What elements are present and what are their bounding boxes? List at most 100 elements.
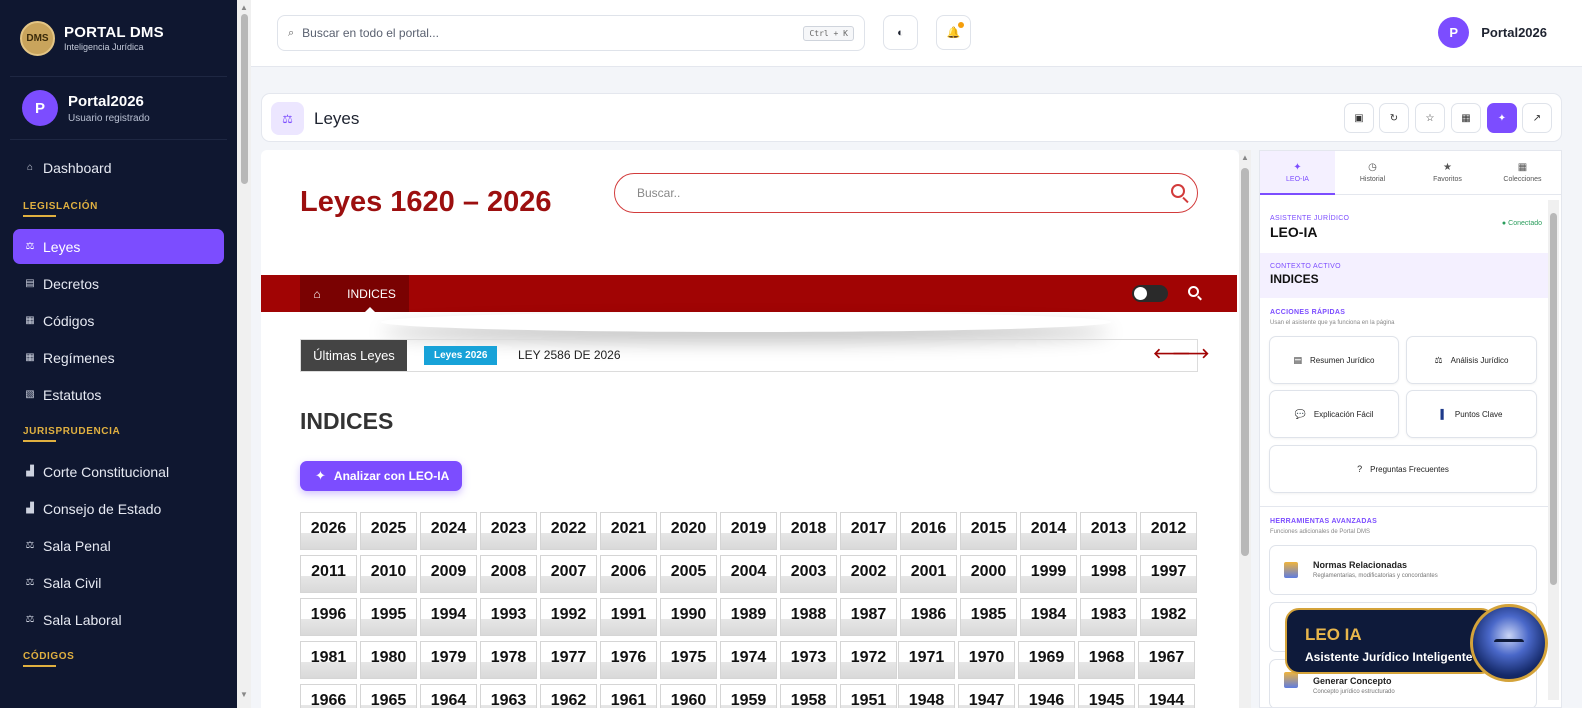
- user-menu[interactable]: P Portal2026: [1438, 17, 1547, 48]
- year-button[interactable]: 2026: [300, 512, 357, 550]
- sidebar-item-consejo-de-estado[interactable]: ▟ Consejo de Estado: [13, 491, 224, 526]
- year-button[interactable]: 2004: [720, 555, 777, 593]
- year-button[interactable]: 1960: [660, 684, 717, 708]
- year-button[interactable]: 2015: [960, 512, 1017, 550]
- tab-colecciones[interactable]: ▦ Colecciones: [1485, 151, 1560, 195]
- year-button[interactable]: 2016: [900, 512, 957, 550]
- year-button[interactable]: 1987: [840, 598, 897, 636]
- ticker-badge[interactable]: Leyes 2026: [424, 346, 498, 365]
- open-external-button[interactable]: ↗: [1522, 103, 1552, 133]
- year-button[interactable]: 1963: [480, 684, 537, 708]
- year-button[interactable]: 1973: [780, 641, 837, 679]
- year-button[interactable]: 1994: [420, 598, 477, 636]
- year-button[interactable]: 1997: [1140, 555, 1197, 593]
- year-button[interactable]: 1980: [360, 641, 417, 679]
- reload-button[interactable]: ↻: [1379, 103, 1409, 133]
- sidebar-scrollbar-thumb[interactable]: [241, 14, 248, 184]
- year-button[interactable]: 2014: [1020, 512, 1077, 550]
- sidebar-item-leyes[interactable]: ⚖ Leyes: [13, 229, 224, 264]
- sidebar-item-regimenes[interactable]: ▦ Regímenes: [13, 340, 224, 375]
- year-button[interactable]: 2000: [960, 555, 1017, 593]
- sidebar-item-estatutos[interactable]: ▧ Estatutos: [13, 377, 224, 412]
- year-button[interactable]: 1971: [898, 641, 955, 679]
- year-button[interactable]: 1964: [420, 684, 477, 708]
- quick-action-analisis[interactable]: ⚖ Análisis Jurídico: [1406, 336, 1537, 384]
- scroll-up-icon[interactable]: ▲: [240, 3, 248, 12]
- year-button[interactable]: 1983: [1080, 598, 1137, 636]
- leo-ia-avatar-icon[interactable]: [1470, 604, 1548, 682]
- year-button[interactable]: 1951: [840, 684, 897, 708]
- year-button[interactable]: 2007: [540, 555, 597, 593]
- year-button[interactable]: 2009: [420, 555, 477, 593]
- year-button[interactable]: 1975: [660, 641, 717, 679]
- year-button[interactable]: 2017: [840, 512, 897, 550]
- year-button[interactable]: 1945: [1078, 684, 1135, 708]
- year-button[interactable]: 1974: [720, 641, 777, 679]
- year-button[interactable]: 2010: [360, 555, 417, 593]
- ai-button[interactable]: ✦: [1487, 103, 1517, 133]
- theme-toggle-button[interactable]: ◐: [883, 15, 918, 50]
- year-button[interactable]: 2003: [780, 555, 837, 593]
- quick-action-puntos[interactable]: ▌ Puntos Clave: [1406, 390, 1537, 438]
- year-button[interactable]: 1984: [1020, 598, 1077, 636]
- year-button[interactable]: 1981: [300, 641, 357, 679]
- year-button[interactable]: 2011: [300, 555, 357, 593]
- scroll-down-icon[interactable]: ▼: [240, 690, 248, 699]
- search-icon[interactable]: [1171, 184, 1185, 198]
- year-button[interactable]: 1965: [360, 684, 417, 708]
- year-button[interactable]: 2020: [660, 512, 717, 550]
- arrow-right-icon[interactable]: 🡒: [1172, 345, 1210, 362]
- sidebar-user[interactable]: P Portal2026 Usuario registrado: [10, 76, 227, 140]
- assistant-scrollbar-thumb[interactable]: [1550, 213, 1557, 585]
- laws-search-input[interactable]: Buscar..: [614, 173, 1198, 213]
- year-button[interactable]: 1999: [1020, 555, 1077, 593]
- year-button[interactable]: 2023: [480, 512, 537, 550]
- global-search-input[interactable]: ⌕ Buscar en todo el portal... Ctrl + K: [277, 15, 865, 51]
- year-button[interactable]: 1992: [540, 598, 597, 636]
- year-button[interactable]: 1990: [660, 598, 717, 636]
- leo-ia-floating-card[interactable]: LEO IA Asistente Jurídico Inteligente: [1285, 608, 1495, 674]
- year-button[interactable]: 1958: [780, 684, 837, 708]
- year-button[interactable]: 1985: [960, 598, 1017, 636]
- year-button[interactable]: 2021: [600, 512, 657, 550]
- year-button[interactable]: 1947: [958, 684, 1015, 708]
- year-button[interactable]: 1969: [1018, 641, 1075, 679]
- year-button[interactable]: 1966: [300, 684, 357, 708]
- year-button[interactable]: 1959: [720, 684, 777, 708]
- favorite-button[interactable]: ☆: [1415, 103, 1445, 133]
- year-button[interactable]: 1996: [300, 598, 357, 636]
- search-icon[interactable]: [1188, 286, 1199, 297]
- year-button[interactable]: 1982: [1140, 598, 1197, 636]
- sidebar-item-sala-civil[interactable]: ⚖ Sala Civil: [13, 565, 224, 600]
- collections-button[interactable]: ▦: [1451, 103, 1481, 133]
- year-button[interactable]: 2005: [660, 555, 717, 593]
- year-button[interactable]: 2012: [1140, 512, 1197, 550]
- notifications-button[interactable]: 🔔: [936, 15, 971, 50]
- quick-action-preguntas[interactable]: ? Preguntas Frecuentes: [1269, 445, 1537, 493]
- year-button[interactable]: 1979: [420, 641, 477, 679]
- year-button[interactable]: 2008: [480, 555, 537, 593]
- year-button[interactable]: 1948: [898, 684, 955, 708]
- quick-action-explicacion[interactable]: 💬 Explicación Fácil: [1269, 390, 1399, 438]
- year-button[interactable]: 1968: [1078, 641, 1135, 679]
- year-button[interactable]: 2025: [360, 512, 417, 550]
- dark-mode-toggle[interactable]: [1132, 285, 1168, 302]
- content-scrollbar-thumb[interactable]: [1241, 168, 1249, 556]
- year-button[interactable]: 1962: [540, 684, 597, 708]
- sidebar-item-sala-laboral[interactable]: ⚖ Sala Laboral: [13, 602, 224, 637]
- year-button[interactable]: 1946: [1018, 684, 1075, 708]
- tab-historial[interactable]: ◷ Historial: [1335, 151, 1410, 195]
- year-button[interactable]: 2001: [900, 555, 957, 593]
- year-button[interactable]: 1998: [1080, 555, 1137, 593]
- year-button[interactable]: 1993: [480, 598, 537, 636]
- year-button[interactable]: 1977: [540, 641, 597, 679]
- year-button[interactable]: 2006: [600, 555, 657, 593]
- year-button[interactable]: 1986: [900, 598, 957, 636]
- year-button[interactable]: 1967: [1138, 641, 1195, 679]
- home-icon[interactable]: ⌂: [300, 275, 334, 312]
- sidebar-item-sala-penal[interactable]: ⚖ Sala Penal: [13, 528, 224, 563]
- year-button[interactable]: 1970: [958, 641, 1015, 679]
- tool-normas-relacionadas[interactable]: Normas Relacionadas Reglamentarias, modi…: [1269, 545, 1537, 595]
- sidebar-item-decretos[interactable]: ▤ Decretos: [13, 266, 224, 301]
- year-button[interactable]: 2018: [780, 512, 837, 550]
